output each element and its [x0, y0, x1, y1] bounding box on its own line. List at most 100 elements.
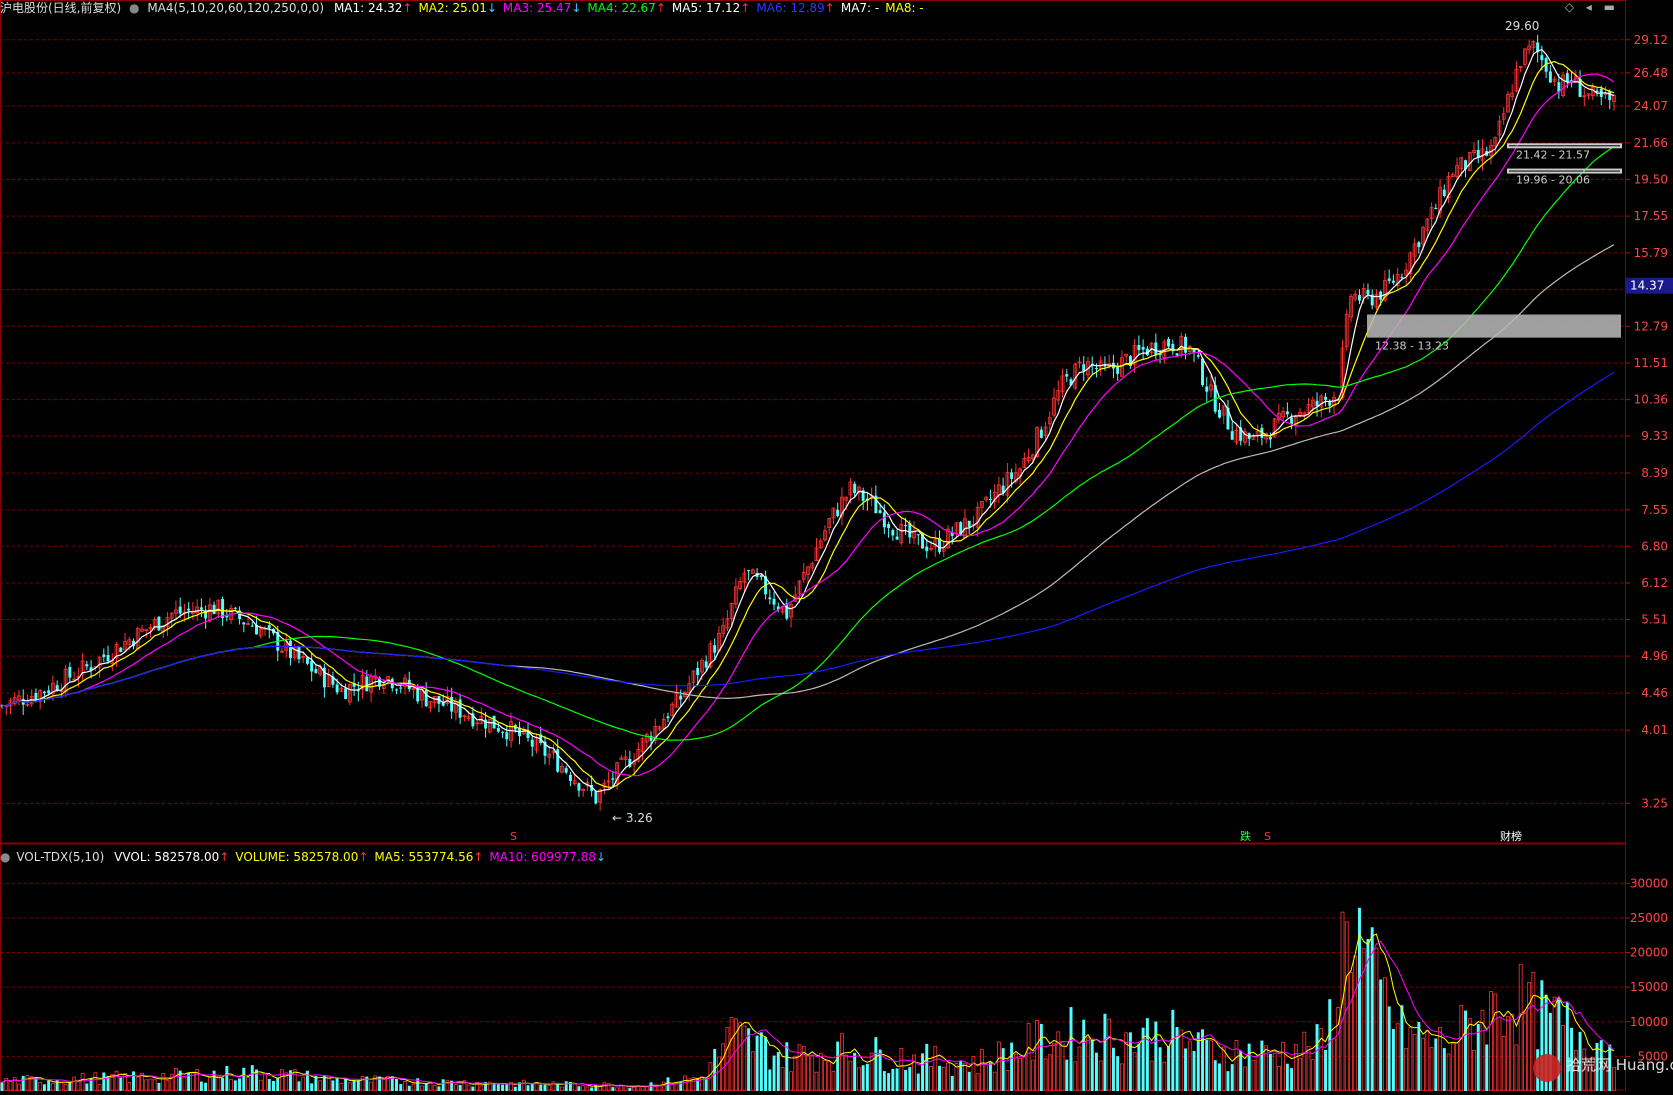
low-price-label: ← 3.26 — [612, 811, 653, 825]
settings-dot-icon[interactable]: ● — [0, 850, 10, 864]
volume-bar — [747, 1028, 751, 1091]
price-tick-label: 26.48 — [1634, 66, 1668, 80]
volume-bar — [424, 1083, 428, 1091]
volume-bar — [530, 1083, 534, 1091]
volume-bar — [1293, 1044, 1298, 1092]
candle-body — [212, 604, 216, 615]
volume-bar — [806, 1055, 810, 1092]
ma-value-arrow-5: ↑ — [824, 1, 835, 15]
volume-bar — [233, 1080, 237, 1091]
candle-body — [1116, 366, 1120, 374]
ma-value-arrow-0: ↑ — [402, 1, 413, 15]
volume-bar — [853, 1052, 857, 1091]
volume-bar — [823, 1060, 827, 1092]
price-tick-label: 9.33 — [1641, 429, 1668, 443]
volume-bar — [882, 1071, 886, 1091]
volume-bar — [1247, 1043, 1251, 1091]
volume-bar — [102, 1072, 106, 1091]
volume-bar — [963, 1062, 967, 1092]
volume-bar — [280, 1069, 284, 1092]
volume-bar — [1010, 1042, 1014, 1091]
candle-body — [878, 510, 882, 513]
volume-bar — [1226, 1071, 1230, 1091]
volume-bar — [1090, 1039, 1094, 1091]
volume-bar — [857, 1067, 861, 1092]
volume-bar — [1446, 1053, 1451, 1092]
volume-bar — [1332, 1038, 1336, 1092]
candle-body — [1230, 431, 1234, 440]
candle-body — [1217, 409, 1221, 418]
ma-value-3: MA4: 22.67 — [587, 1, 656, 15]
volume-bar — [1230, 1064, 1234, 1091]
candle-body — [34, 692, 38, 701]
stock-title[interactable]: 沪电股份(日线,前复权) — [0, 1, 121, 15]
ma-params[interactable]: MA4(5,10,20,60,120,250,0,0) — [147, 1, 324, 15]
volume-bar — [1162, 1061, 1167, 1092]
volume-bar — [831, 1070, 836, 1092]
volume-bar — [717, 1056, 721, 1092]
volume-bar — [297, 1081, 301, 1091]
volume-bar — [1391, 1028, 1395, 1091]
price-tick-label: 4.01 — [1641, 723, 1668, 737]
volume-bar — [221, 1077, 225, 1091]
volume-bar — [212, 1070, 216, 1091]
volume-bar — [1132, 1052, 1137, 1092]
volume-bar — [246, 1077, 250, 1092]
vol-value-3: MA10: 609977.88 — [489, 850, 596, 864]
volume-bar — [908, 1067, 912, 1091]
volume-bar — [750, 1051, 755, 1092]
volume-bar — [1425, 1029, 1430, 1092]
volume-bar — [1192, 1050, 1196, 1091]
volume-bar — [1221, 1046, 1226, 1092]
volume-bar — [174, 1068, 178, 1092]
volume-indicator-title[interactable]: VOL-TDX(5,10) — [16, 850, 104, 864]
settings-dot-icon[interactable]: ● — [129, 1, 139, 15]
ma-line-MA1 — [1, 49, 1615, 792]
volume-bar — [1022, 1056, 1027, 1092]
volume-bar — [539, 1084, 543, 1091]
candle-body — [1417, 242, 1421, 247]
volume-bar — [1213, 1060, 1217, 1091]
volume-bar — [441, 1079, 445, 1091]
volume-bar — [1561, 1024, 1565, 1092]
price-tick-label: 8.39 — [1641, 466, 1668, 480]
volume-bar — [1013, 1053, 1018, 1092]
candle-body — [882, 512, 886, 528]
volume-bar — [1497, 1016, 1502, 1092]
candle-body — [106, 654, 110, 662]
candle-body — [1201, 358, 1205, 385]
volume-bar — [521, 1079, 526, 1092]
candle-body — [1366, 289, 1370, 295]
volume-bar — [971, 1056, 976, 1092]
volume-tick-label: 20000 — [1630, 946, 1668, 960]
price-tick-label: 24.07 — [1634, 99, 1668, 113]
diamond-icon[interactable]: ◇ — [1565, 0, 1574, 14]
candle-body — [1324, 396, 1328, 400]
volume-bar — [1234, 1039, 1239, 1092]
volume-bar — [768, 1069, 772, 1091]
candle-body — [1167, 339, 1171, 347]
volume-bar — [814, 1071, 819, 1092]
candle-body — [836, 509, 840, 517]
volume-bar — [1179, 1029, 1184, 1092]
volume-bar — [135, 1076, 140, 1092]
volume-bar — [1349, 972, 1353, 1092]
volume-bar — [1098, 1060, 1103, 1092]
volume-bar — [182, 1076, 187, 1092]
volume-bar — [1324, 1049, 1328, 1091]
candle-body — [297, 646, 301, 660]
price-tick-label: 17.55 — [1634, 209, 1668, 223]
support-zone — [1367, 314, 1621, 338]
volume-bar — [921, 1053, 925, 1091]
volume-bar — [780, 1067, 785, 1092]
vol-value-arrow-0: ↑ — [219, 850, 230, 864]
volume-bar — [742, 1025, 747, 1092]
volume-bar — [25, 1075, 30, 1092]
candle-body — [395, 689, 399, 691]
volume-bar — [310, 1083, 314, 1091]
ma-value-arrow-1: ↓ — [486, 1, 497, 15]
minus-icon[interactable]: ▬ — [1604, 0, 1615, 14]
kline-chart[interactable]: 29.1226.4824.0721.6619.5017.5515.7914.21… — [0, 0, 1673, 1092]
left-arrow-icon[interactable]: ◂ — [1586, 0, 1592, 14]
volume-bar — [199, 1081, 203, 1091]
